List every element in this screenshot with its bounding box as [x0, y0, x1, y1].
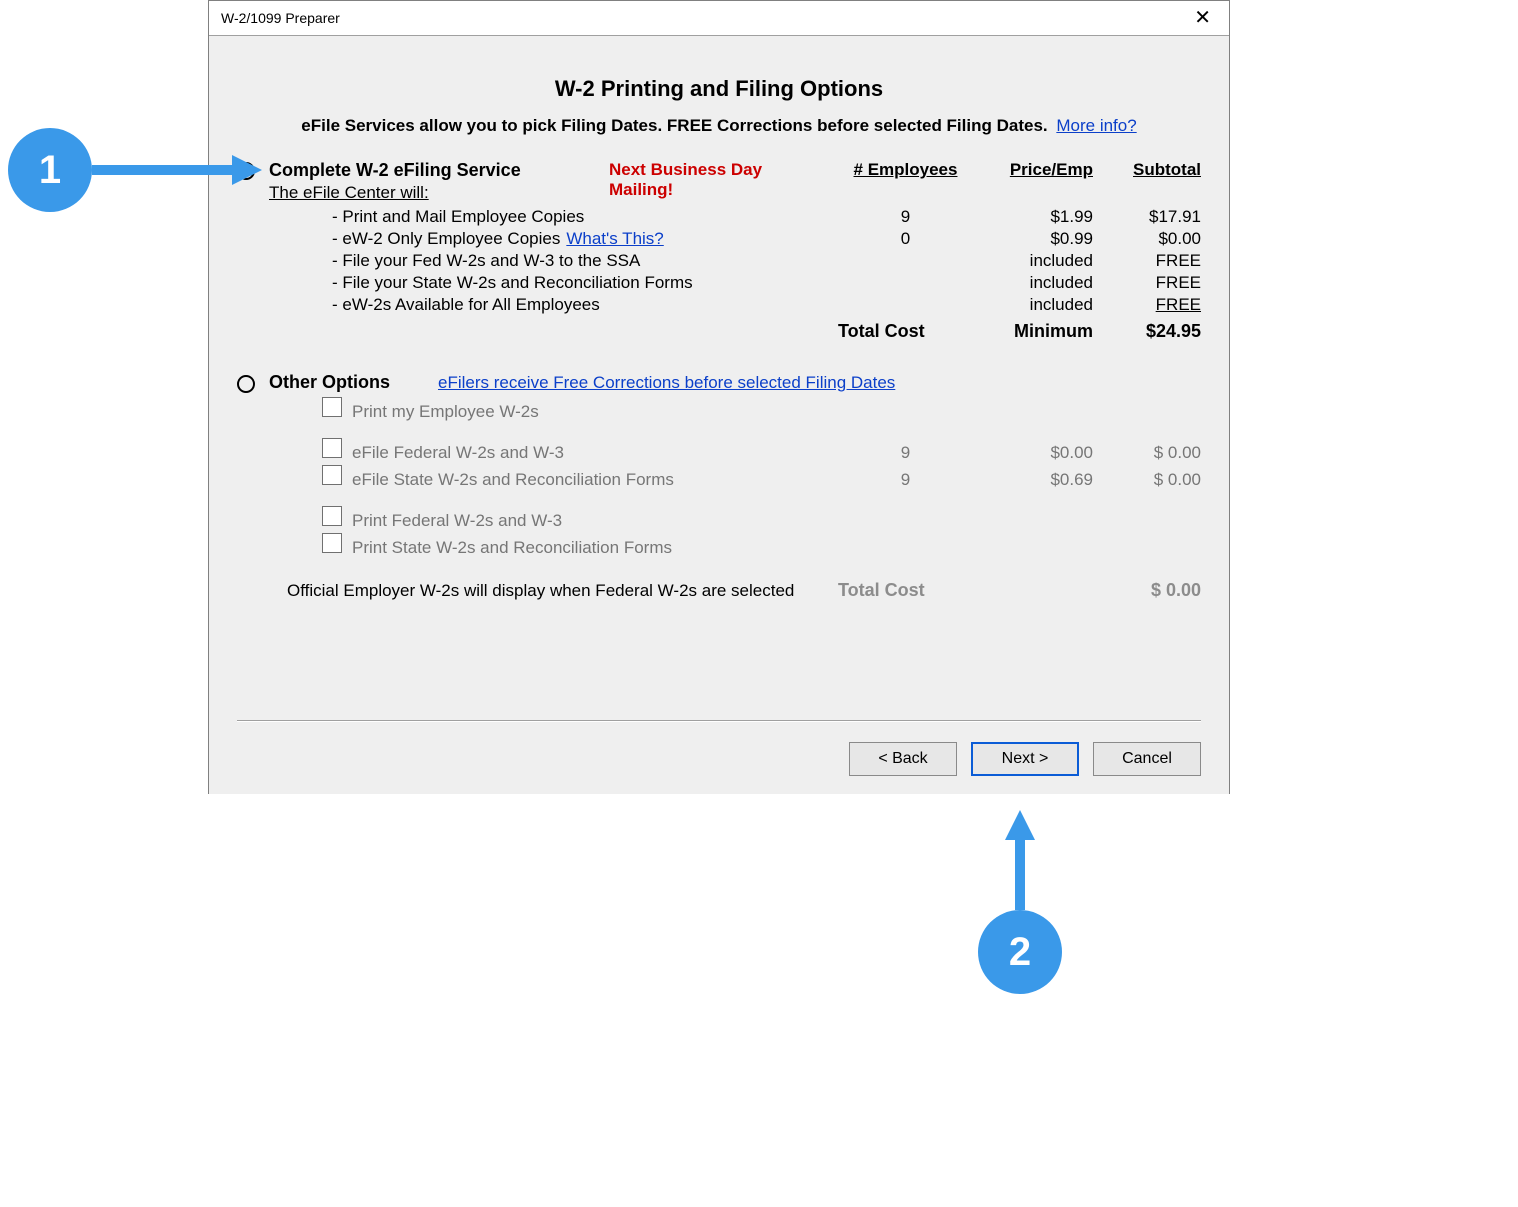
other-line-items: Print my Employee W-2s eFile Federal W-2s… [322, 397, 1201, 558]
back-button[interactable]: < Back [849, 742, 957, 776]
other-line-item: Print Federal W-2s and W-3 [322, 506, 1201, 531]
line-item-desc: eFile Federal W-2s and W-3 [352, 443, 838, 463]
page-subtitle: eFile Services allow you to pick Filing … [237, 116, 1201, 136]
line-item-desc: eW-2s Available for All Employees [337, 295, 838, 315]
checkbox-other-option[interactable] [322, 506, 342, 526]
other-line-item: eFile Federal W-2s and W-39$0.00$ 0.00 [322, 438, 1201, 463]
checkbox-other-option[interactable] [322, 465, 342, 485]
complete-line-item: Print and Mail Employee Copies9$1.99$17.… [322, 207, 1201, 227]
header-subtotal: Subtotal [1101, 160, 1201, 180]
complete-line-item: eW-2 Only Employee CopiesWhat's This?0$0… [322, 229, 1201, 249]
efile-center-will-label: The eFile Center will: [269, 183, 609, 203]
button-row: < Back Next > Cancel [849, 742, 1201, 776]
line-item-subtotal: FREE [1101, 273, 1201, 293]
spacer [322, 492, 1201, 506]
line-item-subtotal: FREE [1101, 251, 1201, 271]
spacer [322, 424, 1201, 438]
line-item-price: $1.99 [973, 207, 1101, 227]
titlebar: W-2/1099 Preparer ✕ [209, 1, 1229, 36]
option-other-row: Other Options eFilers receive Free Corre… [237, 372, 1201, 393]
whats-this-link[interactable]: What's This? [566, 229, 663, 248]
line-item-price: $0.69 [973, 470, 1101, 490]
official-employer-note: Official Employer W-2s will display when… [287, 581, 794, 601]
dialog-window: W-2/1099 Preparer ✕ W-2 Printing and Fil… [208, 0, 1230, 794]
line-item-subtotal: $ 0.00 [1101, 470, 1201, 490]
line-item-desc: eW-2 Only Employee CopiesWhat's This? [337, 229, 838, 249]
column-headers: # Employees Price/Emp Subtotal [838, 160, 1201, 180]
line-item-desc: Print my Employee W-2s [352, 402, 838, 422]
line-item-subtotal: $0.00 [1101, 229, 1201, 249]
checkbox-other-option[interactable] [322, 533, 342, 553]
other-line-item: Print my Employee W-2s [322, 397, 1201, 422]
next-business-day-line2: Mailing! [609, 180, 789, 200]
subtitle-text: eFile Services allow you to pick Filing … [301, 116, 1047, 135]
line-item-desc: eFile State W-2s and Reconciliation Form… [352, 470, 838, 490]
callout-circle-2: 2 [978, 910, 1062, 994]
line-item-subtotal: FREE [1101, 295, 1201, 315]
options-content: Complete W-2 eFiling Service The eFile C… [237, 160, 1201, 601]
other-total-cost-label: Total Cost [838, 580, 973, 601]
option-complete-label: Complete W-2 eFiling Service [269, 160, 609, 181]
total-amount: $24.95 [1101, 321, 1201, 342]
radio-other-options[interactable] [237, 375, 255, 393]
line-item-subtotal: $ 0.00 [1101, 443, 1201, 463]
other-total-row: Total Cost $ 0.00 [794, 580, 1201, 601]
other-line-item: eFile State W-2s and Reconciliation Form… [322, 465, 1201, 490]
divider [237, 720, 1201, 722]
arrow-right-icon [92, 150, 262, 190]
line-item-desc: File your Fed W-2s and W-3 to the SSA [337, 251, 838, 271]
line-item-desc: File your State W-2s and Reconciliation … [337, 273, 838, 293]
line-item-desc: Print Federal W-2s and W-3 [352, 511, 838, 531]
complete-line-items: Print and Mail Employee Copies9$1.99$17.… [322, 207, 1201, 315]
line-item-employees: 9 [838, 207, 973, 227]
header-price-emp: Price/Emp [973, 160, 1101, 180]
complete-line-item: eW-2s Available for All Employees include… [322, 295, 1201, 315]
other-minimum-empty [973, 580, 1101, 601]
close-icon[interactable]: ✕ [1188, 6, 1217, 30]
dialog-client-area: W-2 Printing and Filing Options eFile Se… [209, 36, 1229, 794]
line-item-desc: Print State W-2s and Reconciliation Form… [352, 538, 838, 558]
other-line-item: Print State W-2s and Reconciliation Form… [322, 533, 1201, 558]
line-item-desc: Print and Mail Employee Copies [337, 207, 838, 227]
line-item-employees: 0 [838, 229, 973, 249]
complete-line-item: File your State W-2s and Reconciliation … [322, 273, 1201, 293]
line-item-subtotal: $17.91 [1101, 207, 1201, 227]
option-other-label: Other Options [269, 372, 390, 393]
efilers-free-corrections-link[interactable]: eFilers receive Free Corrections before … [438, 373, 895, 393]
more-info-link[interactable]: More info? [1056, 116, 1136, 135]
line-item-price: included [973, 295, 1101, 315]
line-item-price: $0.00 [973, 443, 1101, 463]
line-item-employees: 9 [838, 443, 973, 463]
line-item-price: included [973, 251, 1101, 271]
header-num-employees: # Employees [838, 160, 973, 180]
total-cost-label: Total Cost [838, 321, 973, 342]
annotation-callout-1: 1 [8, 128, 262, 212]
line-item-price: included [973, 273, 1101, 293]
window-title: W-2/1099 Preparer [221, 10, 340, 26]
arrow-up-icon [1000, 810, 1040, 910]
cancel-button[interactable]: Cancel [1093, 742, 1201, 776]
checkbox-other-option[interactable] [322, 438, 342, 458]
checkbox-other-option[interactable] [322, 397, 342, 417]
annotation-callout-2: 2 [978, 810, 1062, 994]
line-item-employees: 9 [838, 470, 973, 490]
other-total-amount: $ 0.00 [1101, 580, 1201, 601]
complete-total-row: Total Cost Minimum $24.95 [237, 321, 1201, 342]
complete-line-item: File your Fed W-2s and W-3 to the SSA inc… [322, 251, 1201, 271]
next-button[interactable]: Next > [971, 742, 1079, 776]
line-item-price: $0.99 [973, 229, 1101, 249]
minimum-label: Minimum [973, 321, 1101, 342]
option-complete-row: Complete W-2 eFiling Service The eFile C… [237, 160, 1201, 203]
next-business-day-line1: Next Business Day [609, 160, 789, 180]
page-title: W-2 Printing and Filing Options [237, 76, 1201, 102]
option-other-section: Other Options eFilers receive Free Corre… [237, 372, 1201, 601]
callout-circle-1: 1 [8, 128, 92, 212]
